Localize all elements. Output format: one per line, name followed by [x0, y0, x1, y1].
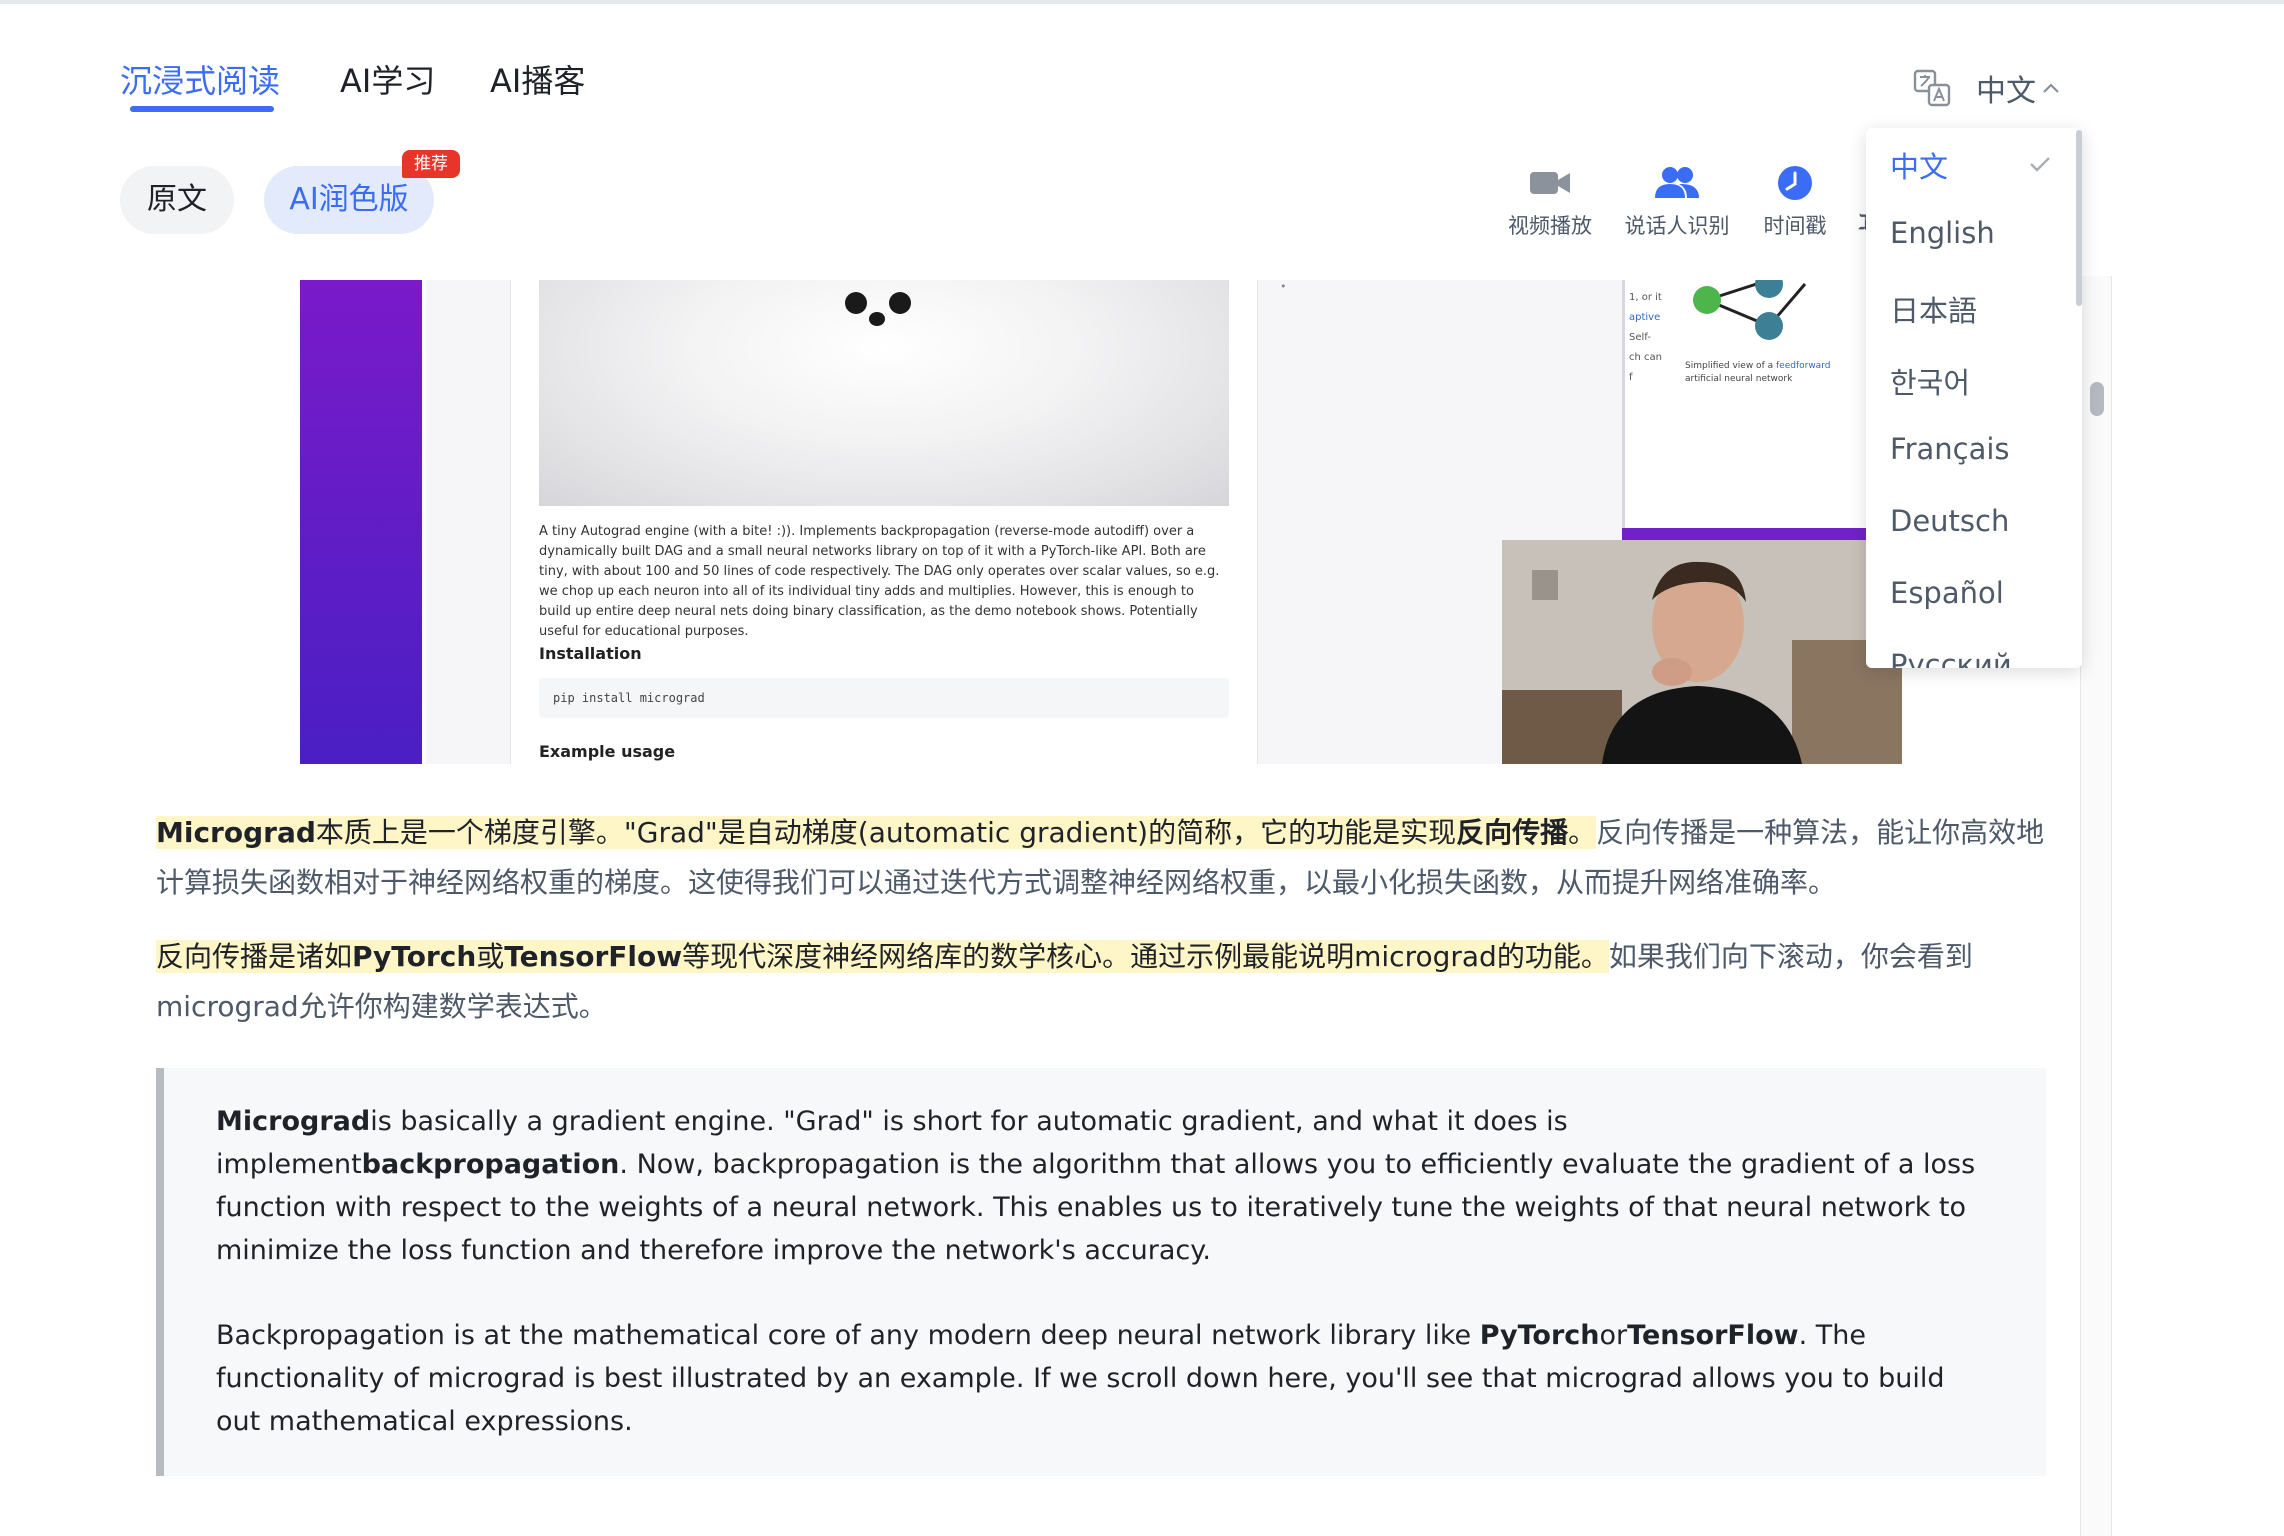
language-option-ko[interactable]: 한국어 — [1890, 360, 1970, 402]
readme-install-command: pip install micrograd — [539, 678, 1229, 718]
video-purple-panel — [300, 280, 422, 764]
chinese-paragraph-1: Micrograd本质上是一个梯度引擎。"Grad"是自动梯度(automati… — [156, 816, 2045, 899]
language-switcher[interactable]: 中文 — [1912, 66, 2062, 110]
language-option-ja[interactable]: 日本語 — [1890, 288, 1977, 330]
video-frame[interactable]: A tiny Autograd engine (with a bite! :))… — [300, 280, 1902, 764]
puppy-photo — [539, 280, 1229, 506]
people-icon — [1655, 167, 1699, 198]
language-option-de[interactable]: Deutsch — [1890, 504, 2009, 538]
video-camera-icon — [1530, 172, 1570, 194]
readme-sidebar-fragment: • — [1280, 280, 1287, 293]
language-option-en[interactable]: English — [1890, 216, 1995, 250]
wikipedia-capture: 1, or it aptive Self- ch can f Simplifie… — [1622, 280, 1885, 540]
check-icon — [2030, 157, 2050, 172]
timestamp-button[interactable]: 时间戳 — [1756, 164, 1834, 244]
current-language: 中文 — [1976, 74, 2036, 109]
translate-icon — [1913, 69, 1951, 107]
readme-description: A tiny Autograd engine (with a bite! :))… — [539, 524, 1220, 639]
active-tab-indicator — [130, 106, 274, 112]
language-option-ru[interactable]: Русский — [1890, 648, 2012, 668]
english-original-quote: Microgradis basically a gradient engine.… — [156, 1068, 2046, 1476]
top-border — [0, 0, 2284, 4]
english-paragraph-1: Microgradis basically a gradient engine.… — [216, 1106, 1976, 1266]
dropdown-scrollbar[interactable] — [2076, 130, 2082, 306]
clock-icon — [1778, 166, 1812, 200]
chevron-up-icon — [2043, 83, 2059, 93]
recommended-badge: 推荐 — [402, 150, 460, 178]
speaker-webcam — [1502, 540, 1902, 764]
github-readme-capture: A tiny Autograd engine (with a bite! :))… — [510, 280, 1258, 764]
english-paragraph-2: Backpropagation is at the mathematical c… — [216, 1320, 1945, 1437]
page-scrollbar-track[interactable] — [2080, 276, 2112, 1536]
speaker-silhouette — [1502, 540, 1902, 764]
original-version-button[interactable]: 原文 — [120, 166, 234, 234]
wiki-figure-caption: Simplified view of a feedforward artific… — [1685, 361, 1831, 384]
language-option-fr[interactable]: Français — [1890, 432, 2010, 466]
language-option-zh[interactable]: 中文 — [1890, 144, 1948, 186]
readme-installation-heading: Installation — [539, 644, 642, 663]
readme-example-heading: Example usage — [539, 742, 676, 761]
video-playback-button[interactable]: 视频播放 — [1502, 164, 1598, 244]
wiki-side-text: 1, or it aptive Self- ch can f — [1629, 292, 1662, 383]
tab-immersive-reading[interactable]: 沉浸式阅读 — [120, 56, 280, 102]
page-scrollbar-thumb[interactable] — [2090, 382, 2104, 416]
neural-network-diagram — [1693, 280, 1807, 340]
tab-ai-learning[interactable]: AI学习 — [340, 56, 435, 102]
speaker-recognition-button[interactable]: 说话人识别 — [1622, 164, 1732, 244]
language-dropdown[interactable]: 中文 English 日本語 한국어 Français Deutsch Espa… — [1866, 128, 2082, 668]
chinese-paragraph-2: 反向传播是诸如PyTorch或TensorFlow等现代深度神经网络库的数学核心… — [156, 940, 1973, 1023]
language-option-es[interactable]: Español — [1890, 576, 2004, 610]
tab-ai-podcast[interactable]: AI播客 — [490, 56, 585, 102]
